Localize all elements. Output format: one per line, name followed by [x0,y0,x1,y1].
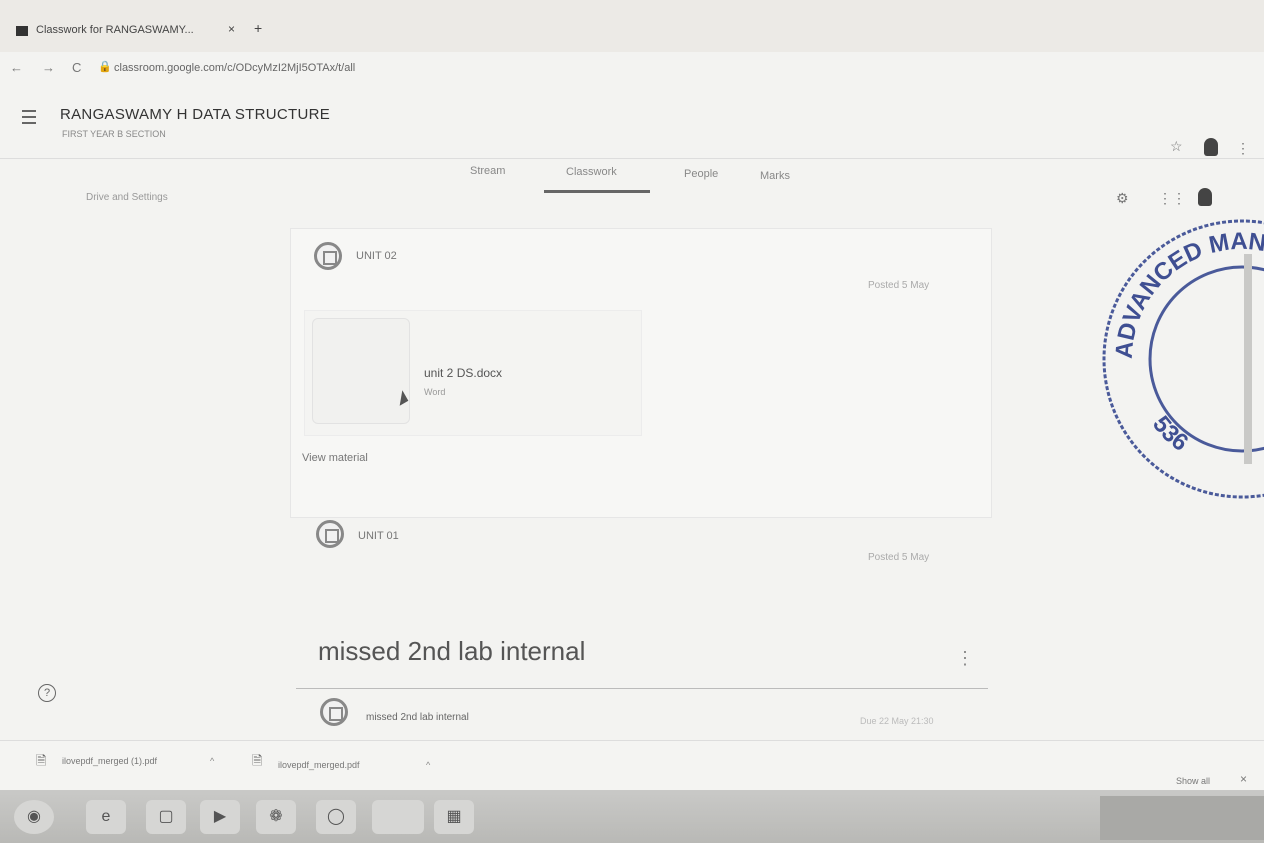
drive-settings-link[interactable]: Drive and Settings [86,192,168,203]
view-material-link[interactable]: View material [302,452,368,464]
settings-gear-icon[interactable]: ⚙ [1116,190,1129,207]
show-all-downloads-button[interactable]: Show all [1176,776,1210,786]
windows-taskbar [0,790,1264,843]
topic-title: missed 2nd lab internal [318,636,586,666]
browser-tab-title[interactable]: Classwork for RANGASWAMY... [36,24,194,36]
attachment-name[interactable]: unit 2 DS.docx [424,366,502,380]
class-section: FIRST YEAR B SECTION [62,129,166,139]
tab-close-button[interactable]: × [228,22,235,36]
attachment-thumbnail [312,318,410,424]
internet-explorer-icon[interactable]: e [86,800,126,834]
file-explorer-icon[interactable]: ▢ [146,800,186,834]
class-title[interactable]: RANGASWAMY H DATA STRUCTURE [60,106,330,123]
scrollbar-thumb [1244,254,1252,464]
address-bar[interactable]: classroom.google.com/c/ODcyMzI2MjI5OTAx/… [114,62,355,74]
chrome-icon[interactable]: ◯ [316,800,356,834]
pdf-file-icon: 🗎 [252,753,263,768]
browser-profile-avatar[interactable] [1204,138,1218,156]
media-player-icon[interactable]: ▶ [200,800,240,834]
download-item-2[interactable]: ilovepdf_merged.pdf [278,760,360,770]
browser-menu-icon[interactable]: ⋮ [1236,140,1250,157]
bookmark-star-icon[interactable]: ☆ [1170,138,1183,155]
new-tab-button[interactable]: + [254,20,262,36]
forward-button[interactable]: → [42,60,55,75]
reload-button[interactable]: C [72,60,81,75]
taskbar-window-1[interactable] [372,800,424,834]
help-icon[interactable]: ? [38,684,56,702]
active-tab-indicator [544,190,650,193]
unit-02-posted-date: Posted 5 May [868,280,930,291]
lock-icon: 🔒 [98,61,112,73]
taskbar-window-2[interactable]: ▦ [434,800,474,834]
start-button[interactable]: ◉ [14,800,54,834]
classroom-favicon-icon [16,26,28,36]
system-tray[interactable] [1100,796,1264,840]
material-icon [314,242,342,270]
downloads-bar [0,740,1264,791]
tab-people[interactable]: People [684,168,718,180]
paint-icon[interactable]: ❁ [256,800,296,834]
pdf-file-icon: 🗎 [36,753,47,768]
download-item-1[interactable]: ilovepdf_merged (1).pdf [62,756,157,766]
topic-divider [296,688,988,689]
back-button[interactable]: ← [10,60,23,75]
assignment-icon [320,698,348,726]
user-avatar[interactable] [1198,188,1212,206]
topic-menu-button[interactable]: ⋮ [956,648,974,669]
unit-01-title[interactable]: UNIT 01 [358,530,399,542]
tab-classwork[interactable]: Classwork [566,166,617,178]
assignment-title[interactable]: missed 2nd lab internal [366,712,469,723]
apps-grid-icon[interactable]: ⋮⋮ [1158,190,1186,207]
unit-01-posted-date: Posted 5 May [868,552,930,563]
stamp-top-text: ADVANCED MANAGEMENT [1111,228,1264,360]
tab-stream[interactable]: Stream [470,165,505,177]
download-item-1-menu[interactable]: ^ [210,756,214,766]
institution-stamp: ADVANCED MANAGEMENT 536 [1102,219,1264,499]
tab-marks[interactable]: Marks [760,170,790,182]
assignment-due-date: Due 22 May 21:30 [860,716,934,726]
stamp-bottom-text: 536 [1147,411,1193,457]
menu-icon[interactable] [22,110,36,124]
unit-02-title[interactable]: UNIT 02 [356,250,397,262]
close-downloads-bar-button[interactable]: × [1240,772,1247,786]
material-icon [316,520,344,548]
download-item-2-menu[interactable]: ^ [426,760,430,770]
attachment-type: Word [424,387,446,397]
